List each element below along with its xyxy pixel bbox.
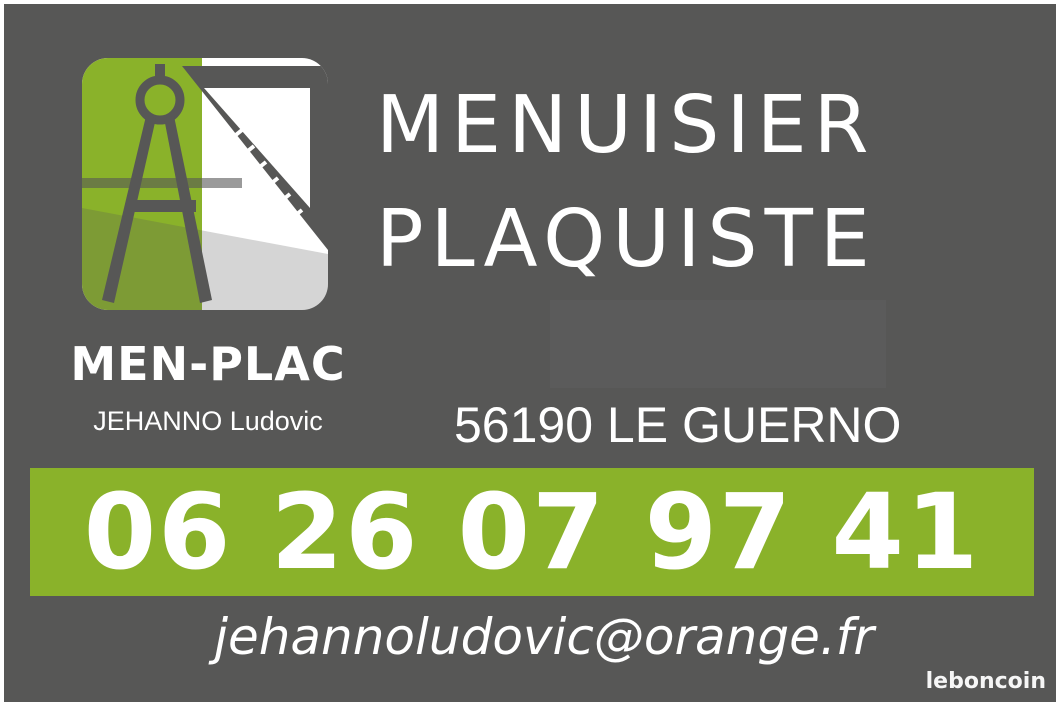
address: 56190 LE GUERNO	[454, 397, 902, 453]
trade-title-line2: PLAQUISTE	[376, 193, 877, 285]
owner-name: JEHANNO Ludovic	[93, 406, 323, 436]
brand-name: MEN-PLAC	[70, 337, 346, 391]
redacted-area	[550, 300, 886, 388]
email-address: jehannoludovic@orange.fr	[214, 608, 874, 666]
phone-number: 06 26 07 97 41	[83, 471, 981, 593]
compass-and-set-square-icon	[82, 58, 328, 310]
phone-banner: 06 26 07 97 41	[30, 468, 1034, 596]
trade-title-line1: MENUISIER	[376, 79, 876, 171]
leboncoin-watermark: leboncoin	[925, 669, 1046, 694]
business-card: MEN-PLAC JEHANNO Ludovic MENUISIER PLAQU…	[4, 4, 1056, 702]
